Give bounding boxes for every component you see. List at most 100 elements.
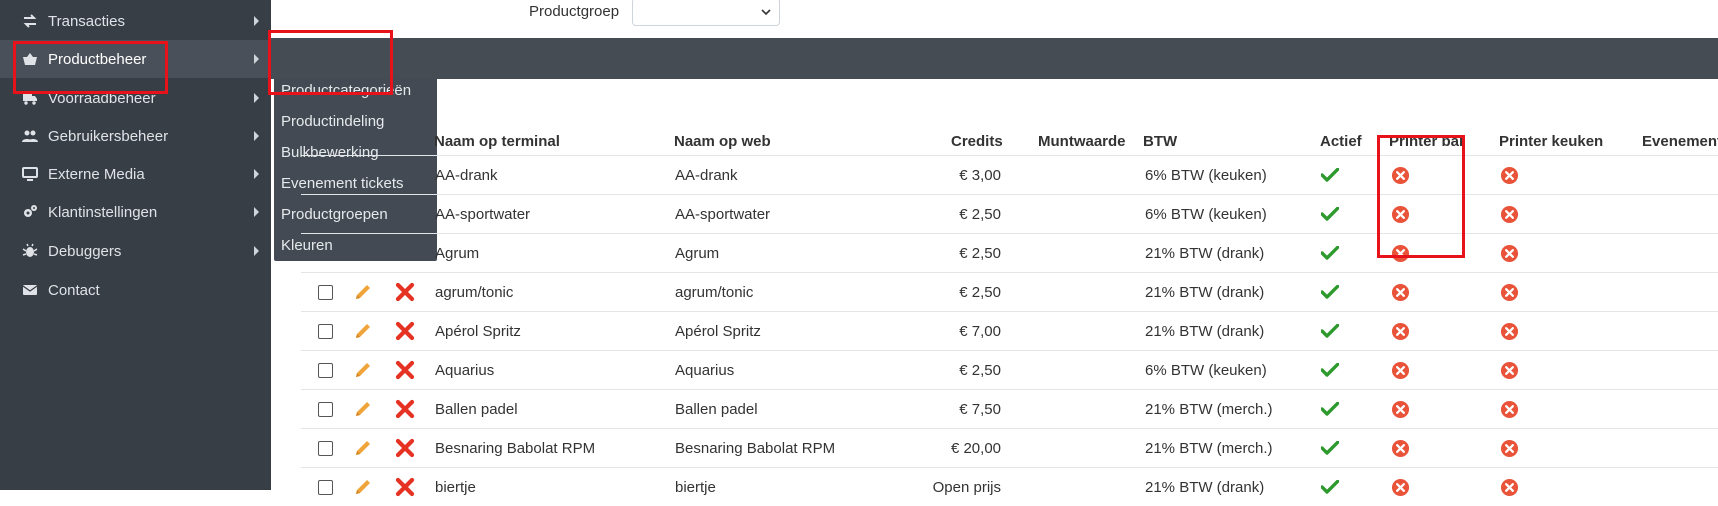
delete-x-icon[interactable] [395,312,415,350]
sidebar-item-klantinstellingen[interactable]: Klantinstellingen [0,193,271,231]
caret-right-icon [254,246,259,256]
cell-credits: € 3,00 [959,166,1001,184]
printer-keuken-off-icon[interactable] [1500,390,1519,428]
printer-keuken-off-icon[interactable] [1500,273,1519,311]
submenu-item-2[interactable]: Productcategorieën [274,75,437,106]
table-row: Ballen padel Ballen padel € 7,50 21% BTW (m… [301,389,1718,428]
sidebar-item-label: Voorraadbeheer [48,89,156,107]
printer-keuken-off-icon[interactable] [1500,429,1519,467]
printer-bar-off-icon[interactable] [1391,312,1410,350]
printer-bar-off-icon[interactable] [1391,156,1410,194]
printer-keuken-off-icon[interactable] [1500,351,1519,389]
edit-pencil-icon[interactable] [354,312,372,350]
cell-naam-terminal: Agrum [435,244,480,262]
actief-check-icon [1321,273,1339,311]
sidebar-item-contact[interactable]: Contact [0,271,271,309]
productgroep-select[interactable] [632,0,780,26]
sidebar-item-productbeheer[interactable]: Productbeheer [0,40,271,78]
cell-naam-terminal: AA-sportwater [435,205,531,223]
desktop-icon [22,166,38,182]
cell-naam-terminal: Ballen padel [435,400,518,418]
row-checkbox[interactable] [318,429,333,467]
edit-pencil-icon[interactable] [354,468,372,506]
printer-bar-off-icon[interactable] [1391,273,1410,311]
col-muntwaarde[interactable]: Muntwaarde [1038,133,1126,150]
edit-pencil-icon[interactable] [354,429,372,467]
actief-check-icon [1321,312,1339,350]
actief-check-icon [1321,156,1339,194]
submenu-item-3[interactable]: Productindeling [274,106,437,137]
row-checkbox[interactable] [318,312,333,350]
cell-naam-web: Besnaring Babolat RPM [675,439,836,457]
printer-keuken-off-icon[interactable] [1500,195,1519,233]
row-checkbox[interactable] [318,390,333,428]
col-btw[interactable]: BTW [1143,133,1177,150]
sidebar-item-debuggers[interactable]: Debuggers [0,232,271,270]
table-row: agrum/tonic agrum/tonic € 2,50 21% BTW (dra… [301,272,1718,311]
printer-bar-off-icon[interactable] [1391,234,1410,272]
cell-naam-terminal: agrum/tonic [435,283,514,301]
cell-naam-web: biertje [675,478,716,496]
gears-icon [22,204,38,220]
cell-credits: € 2,50 [959,361,1001,379]
delete-x-icon[interactable] [395,429,415,467]
sidebar-item-externe-media[interactable]: Externe Media [0,155,271,193]
cell-naam-terminal: Besnaring Babolat RPM [435,439,596,457]
col-actief[interactable]: Actief [1320,133,1362,150]
caret-right-icon [254,54,259,64]
table-row: Besnaring Babolat RPM Besnaring Babolat R… [301,428,1718,467]
printer-bar-off-icon[interactable] [1391,351,1410,389]
table-row: Apérol Spritz Apérol Spritz € 7,00 21% BTW … [301,311,1718,350]
row-checkbox[interactable] [318,468,333,506]
printer-keuken-off-icon[interactable] [1500,312,1519,350]
printer-keuken-off-icon[interactable] [1500,156,1519,194]
cell-btw: 6% BTW (keuken) [1145,361,1267,379]
sidebar-item-transacties[interactable]: Transacties [0,2,271,40]
col-printer-keuken[interactable]: Printer keuken [1499,133,1603,150]
cell-naam-terminal: Apérol Spritz [435,322,521,340]
delete-x-icon[interactable] [395,390,415,428]
caret-right-icon [254,131,259,141]
actief-check-icon [1321,429,1339,467]
checkbox-icon [318,284,333,300]
chevron-down-icon [761,9,771,16]
col-naam-terminal[interactable]: Naam op terminal [434,133,560,150]
edit-pencil-icon[interactable] [354,390,372,428]
cell-naam-terminal: AA-drank [435,166,498,184]
cell-naam-web: Ballen padel [675,400,758,418]
exchange-icon [22,13,38,29]
cell-btw: 21% BTW (merch.) [1145,439,1273,457]
truck-icon [22,90,38,106]
cell-credits: € 7,50 [959,400,1001,418]
actief-check-icon [1321,351,1339,389]
printer-keuken-off-icon[interactable] [1500,468,1519,506]
table-row: biertje biertje Open prijs 21% BTW (drank) [301,467,1718,506]
printer-bar-off-icon[interactable] [1391,195,1410,233]
delete-x-icon[interactable] [395,468,415,506]
caret-right-icon [254,16,259,26]
cell-btw: 21% BTW (drank) [1145,244,1265,262]
delete-x-icon[interactable] [395,273,415,311]
cell-btw: 6% BTW (keuken) [1145,205,1267,223]
col-naam-web[interactable]: Naam op web [674,133,771,150]
sidebar-item-gebruikersbeheer[interactable]: Gebruikersbeheer [0,117,271,155]
cell-credits: € 2,50 [959,205,1001,223]
printer-bar-off-icon[interactable] [1391,468,1410,506]
col-printer-bar[interactable]: Printer bar [1389,133,1465,150]
edit-pencil-icon[interactable] [354,273,372,311]
sidebar-item-voorraadbeheer[interactable]: Voorraadbeheer [0,79,271,117]
row-checkbox[interactable] [318,351,333,389]
printer-bar-off-icon[interactable] [1391,429,1410,467]
caret-right-icon [254,207,259,217]
edit-pencil-icon[interactable] [354,351,372,389]
cell-naam-web: Agrum [675,244,720,262]
printer-bar-off-icon[interactable] [1391,390,1410,428]
checkbox-icon [318,323,333,339]
row-checkbox[interactable] [318,273,333,311]
table-row: AA-drank AA-drank € 3,00 6% BTW (keuken) [301,155,1718,194]
cell-naam-web: Aquarius [675,361,735,379]
delete-x-icon[interactable] [395,351,415,389]
printer-keuken-off-icon[interactable] [1500,234,1519,272]
col-evenement[interactable]: Evenement [1642,133,1718,150]
col-credits[interactable]: Credits [951,133,1003,150]
